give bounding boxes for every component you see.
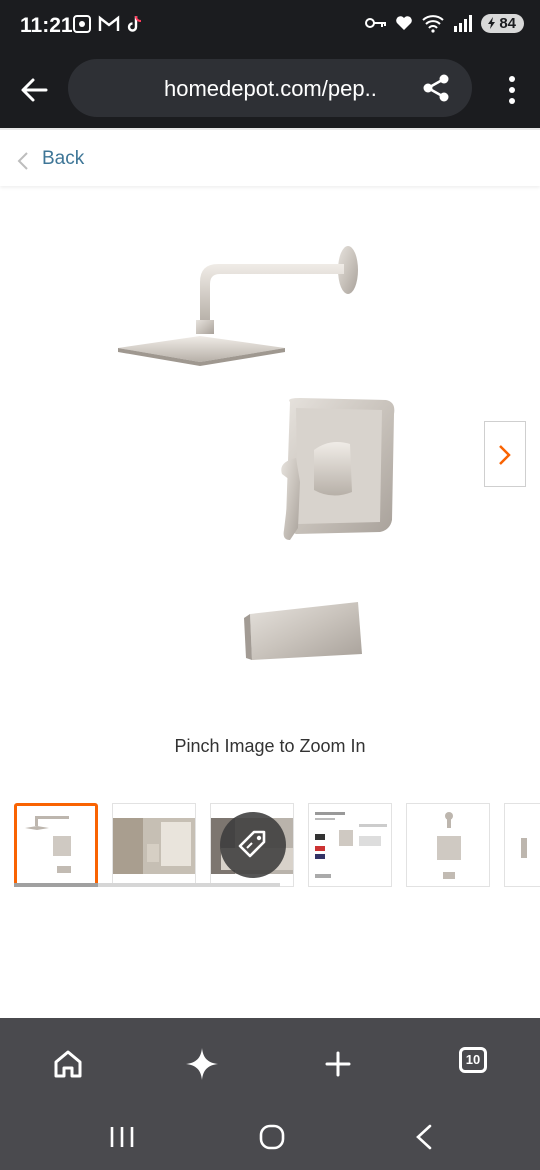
status-left-icons bbox=[72, 14, 144, 34]
zoom-hint: Pinch Image to Zoom In bbox=[174, 736, 366, 756]
recents-icon[interactable] bbox=[102, 1120, 142, 1154]
plus-icon[interactable] bbox=[318, 1044, 358, 1084]
price-tag-button[interactable] bbox=[220, 812, 286, 878]
thumbnail-shower-faucet-set[interactable] bbox=[14, 803, 98, 887]
thumbnail-bathroom-scene[interactable] bbox=[112, 803, 196, 887]
url-bar[interactable]: homedepot.com/pep.. bbox=[68, 59, 472, 117]
key-icon bbox=[365, 18, 387, 28]
thumbnail-spec-sheet[interactable] bbox=[308, 803, 392, 887]
thumbnail-faucet-diagram[interactable] bbox=[406, 803, 490, 887]
back-icon[interactable] bbox=[404, 1120, 444, 1154]
signal-icon bbox=[454, 15, 473, 32]
tiktok-icon bbox=[127, 15, 142, 32]
tag-icon bbox=[238, 830, 266, 858]
thumbnail-image bbox=[437, 812, 461, 879]
url-text[interactable]: homedepot.com/pep.. bbox=[164, 76, 377, 102]
chevron-right-icon bbox=[499, 445, 511, 465]
chevron-left-icon bbox=[17, 152, 28, 170]
thumbnail-image bbox=[521, 838, 527, 858]
share-icon[interactable] bbox=[420, 72, 452, 104]
thumbnail-image bbox=[25, 816, 71, 873]
status-time: 11:21 bbox=[20, 14, 73, 37]
tab-count: 10 bbox=[465, 1052, 481, 1067]
browser-toolbar: homedepot.com/pep.. bbox=[0, 52, 540, 128]
home-circle-icon[interactable] bbox=[252, 1120, 292, 1154]
home-icon[interactable] bbox=[48, 1044, 88, 1084]
more-vert-icon[interactable] bbox=[506, 74, 518, 106]
screenshot-icon bbox=[73, 15, 91, 33]
gmail-icon bbox=[98, 15, 120, 31]
thumbnail-partial[interactable] bbox=[504, 803, 540, 887]
back-link-row[interactable]: Back bbox=[0, 128, 540, 186]
next-image-button[interactable] bbox=[484, 421, 526, 487]
thumbnail-image bbox=[315, 812, 387, 878]
battery-level: 84 bbox=[499, 14, 516, 32]
battery-icon: 84 bbox=[481, 13, 524, 33]
heart-icon bbox=[396, 16, 413, 30]
back-link[interactable]: Back bbox=[42, 148, 84, 170]
wifi-icon bbox=[422, 15, 444, 33]
status-right-icons: 84 bbox=[365, 13, 524, 33]
product-image[interactable] bbox=[100, 230, 440, 700]
back-arrow-icon[interactable] bbox=[18, 74, 50, 106]
bolt-icon bbox=[488, 17, 496, 29]
sparkle-icon[interactable] bbox=[182, 1044, 222, 1084]
thumbnail-scrollbar-thumb[interactable] bbox=[14, 883, 98, 887]
thumbnail-image bbox=[113, 818, 195, 874]
status-bar: 11:21 84 bbox=[0, 0, 540, 52]
tabs-icon[interactable]: 10 bbox=[459, 1047, 487, 1073]
